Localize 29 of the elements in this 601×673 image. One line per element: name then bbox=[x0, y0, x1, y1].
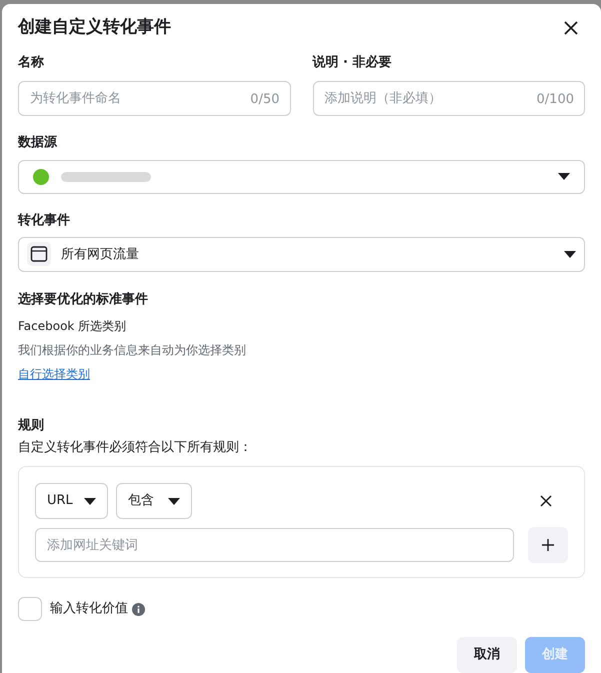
field-label: 数据源 bbox=[18, 134, 58, 152]
hint-text: 我们根据你的业务信息来自动为你选择类别 bbox=[18, 342, 247, 360]
field-label: 名称 bbox=[18, 54, 45, 72]
checkbox-label: 输入转化价值 bbox=[50, 600, 128, 618]
caret-icon bbox=[564, 250, 576, 258]
caret-icon bbox=[558, 173, 570, 180]
section-heading: 选择要优化的标准事件 bbox=[18, 290, 149, 309]
section-heading: 规则 bbox=[18, 417, 45, 436]
field-dropdown[interactable]: URL bbox=[35, 483, 108, 520]
caret-icon bbox=[168, 498, 180, 505]
conversion-event-dropdown[interactable]: 所有网页流量 bbox=[18, 237, 585, 272]
caret-icon bbox=[84, 498, 96, 505]
field-label: 转化事件 bbox=[18, 212, 71, 230]
choose-category-link[interactable]: 自行选择类别 bbox=[18, 365, 90, 384]
remove-rule-icon[interactable] bbox=[538, 493, 554, 510]
checkbox[interactable] bbox=[18, 597, 42, 621]
dropdown-value: 所有网页流量 bbox=[61, 246, 139, 264]
browser-window-icon bbox=[27, 242, 51, 266]
keyword-input[interactable]: 添加网址关键词 bbox=[35, 528, 514, 562]
add-icon[interactable] bbox=[528, 527, 568, 564]
rules-description: 自定义转化事件必须符合以下所有规则： bbox=[18, 438, 253, 457]
info-icon bbox=[132, 602, 145, 616]
field-label: 说明 · 非必要 bbox=[312, 54, 392, 72]
character-counter: 0/100 bbox=[536, 91, 574, 110]
dialog-title: 创建自定义转化事件 bbox=[18, 16, 171, 39]
character-counter: 0/50 bbox=[250, 91, 280, 110]
cancel-button[interactable]: 取消 bbox=[457, 637, 517, 673]
operator-dropdown[interactable]: 包含 bbox=[116, 483, 192, 520]
category-text: Facebook 所选类别 bbox=[18, 318, 128, 336]
